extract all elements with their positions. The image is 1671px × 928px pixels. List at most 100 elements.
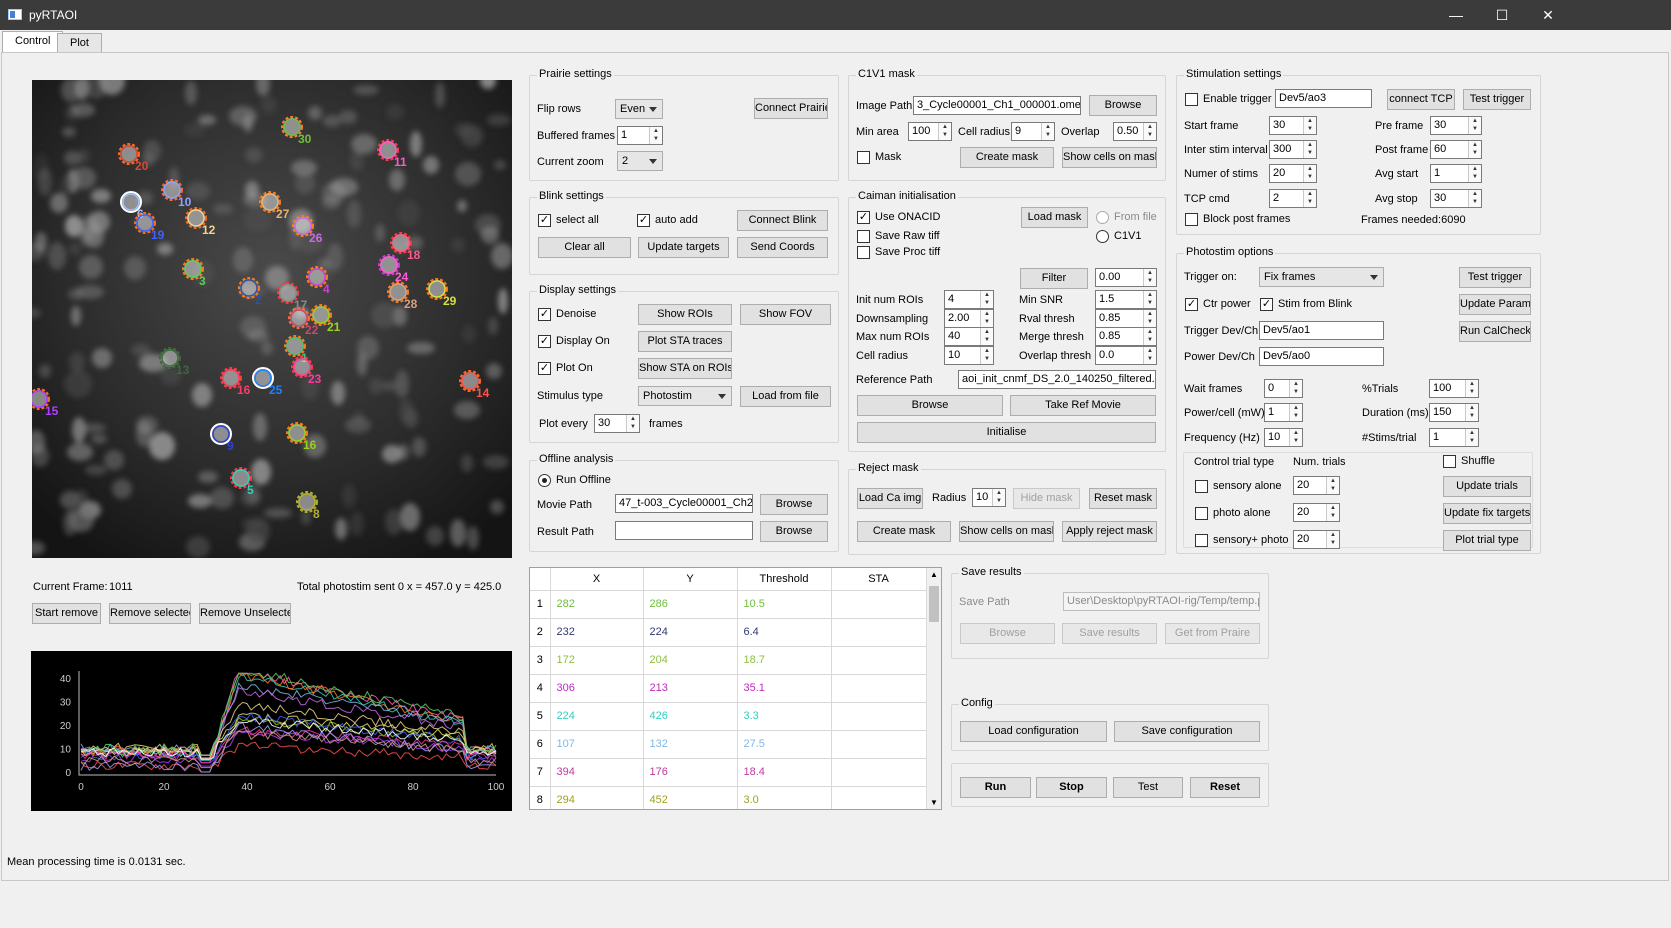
spin-arrows-icon[interactable]: ▲ ▼: [1143, 328, 1156, 345]
spin-arrows-icon[interactable]: ▲ ▼: [1326, 531, 1339, 548]
show-rois-button[interactable]: Show ROIs: [638, 304, 732, 325]
column-header-y[interactable]: Y: [643, 568, 738, 591]
downsampling-spin[interactable]: 2.00 ▲ ▼: [944, 309, 994, 328]
spin-arrows-icon[interactable]: ▲ ▼: [1326, 477, 1339, 494]
select-all-checkbox[interactable]: ✓ select all: [538, 214, 599, 227]
tab-plot[interactable]: Plot: [57, 33, 102, 53]
load-configuration-button[interactable]: Load configuration: [960, 721, 1107, 742]
save-proc-checkbox[interactable]: Save Proc tiff: [857, 246, 940, 259]
trials-pct-spin[interactable]: 100 ▲ ▼: [1429, 379, 1479, 398]
spin-arrows-icon[interactable]: ▲ ▼: [1468, 190, 1481, 207]
spin-arrows-icon[interactable]: ▲ ▼: [1303, 190, 1316, 207]
spin-arrows-icon[interactable]: ▲ ▼: [1041, 123, 1054, 140]
table-cell-sta[interactable]: [831, 674, 927, 703]
table-cell-x[interactable]: 282: [550, 590, 644, 619]
table-cell-x[interactable]: 306: [550, 674, 644, 703]
sensory-alone-checkbox[interactable]: sensory alone: [1195, 480, 1282, 493]
spin-arrows-icon[interactable]: ▲ ▼: [1143, 291, 1156, 308]
send-coords-button[interactable]: Send Coords: [737, 237, 828, 258]
isi-spin[interactable]: 300 ▲ ▼: [1269, 140, 1317, 159]
use-onacid-checkbox[interactable]: ✓ Use ONACID: [857, 211, 940, 224]
table-scrollbar[interactable]: ▲ ▼: [926, 568, 941, 809]
pre-frame-spin[interactable]: 30 ▲ ▼: [1430, 116, 1482, 135]
flip-rows-select[interactable]: Even: [615, 99, 663, 119]
spin-arrows-icon[interactable]: ▲ ▼: [1465, 380, 1478, 397]
current-zoom-select[interactable]: 2: [617, 151, 663, 171]
display-on-checkbox[interactable]: ✓ Display On: [538, 335, 610, 348]
table-row[interactable]: 8 294 452 3.0: [530, 786, 927, 809]
table-cell-t[interactable]: 3.0: [737, 786, 832, 809]
image-path-input[interactable]: 3_Cycle00001_Ch1_000001.ome.tif: [913, 96, 1081, 115]
stim-from-blink-checkbox[interactable]: ✓ Stim from Blink: [1260, 298, 1352, 311]
roi-table[interactable]: X Y Threshold STA 1 282 286 10.5 2 232 224 6.4 3…: [529, 567, 942, 810]
connect-tcp-button[interactable]: connect TCP: [1387, 89, 1455, 110]
scrollbar-thumb[interactable]: [929, 586, 939, 622]
chevron-up-icon[interactable]: ▲: [930, 570, 938, 579]
table-cell-sta[interactable]: [831, 758, 927, 787]
plot-on-checkbox[interactable]: ✓ Plot On: [538, 362, 593, 375]
spin-arrows-icon[interactable]: ▲ ▼: [626, 415, 639, 432]
enable-trigger-checkbox[interactable]: Enable trigger: [1185, 93, 1272, 106]
save-configuration-button[interactable]: Save configuration: [1114, 721, 1260, 742]
min-snr-spin[interactable]: 1.5 ▲ ▼: [1095, 290, 1157, 309]
denoise-checkbox[interactable]: ✓ Denoise: [538, 308, 596, 321]
tab-control[interactable]: Control: [2, 31, 64, 53]
maximize-button[interactable]: ☐: [1479, 0, 1525, 30]
spin-arrows-icon[interactable]: ▲ ▼: [1289, 380, 1302, 397]
sensory-photo-spin[interactable]: 20 ▲ ▼: [1293, 530, 1340, 549]
save-results-button[interactable]: Save results: [1062, 623, 1157, 644]
table-row[interactable]: 5 224 426 3.3: [530, 702, 927, 731]
image-browse-button[interactable]: Browse: [1089, 95, 1157, 116]
table-cell-x[interactable]: 224: [550, 702, 644, 731]
spin-arrows-icon[interactable]: ▲ ▼: [1303, 141, 1316, 158]
save-path-input[interactable]: User\Desktop\pyRTAOI-rig/Temp/temp.pkl: [1063, 592, 1260, 611]
reference-path-input[interactable]: aoi_init_cnmf_DS_2.0_140250_filtered.pkl: [958, 370, 1156, 389]
clear-all-button[interactable]: Clear all: [538, 237, 631, 258]
run-calcheck-button[interactable]: Run CalCheck: [1459, 321, 1531, 342]
run-offline-radio[interactable]: Run Offline: [538, 474, 611, 487]
spin-arrows-icon[interactable]: ▲ ▼: [1303, 117, 1316, 134]
connect-blink-button[interactable]: Connect Blink: [737, 210, 828, 231]
movie-path-input[interactable]: 47_t-003_Cycle00001_Ch2.tif: [615, 494, 753, 513]
minimize-button[interactable]: —: [1433, 0, 1479, 30]
table-cell-t[interactable]: 27.5: [737, 730, 832, 759]
from-file-radio[interactable]: From file: [1096, 211, 1157, 224]
reference-browse-button[interactable]: Browse: [857, 395, 1003, 416]
reset-mask-button[interactable]: Reset mask: [1089, 488, 1157, 509]
spin-arrows-icon[interactable]: ▲ ▼: [1143, 347, 1156, 364]
caiman-cell-radius-spin[interactable]: 10 ▲ ▼: [944, 346, 994, 365]
table-cell-y[interactable]: 176: [643, 758, 738, 787]
table-cell-y[interactable]: 204: [643, 646, 738, 675]
stim-test-trigger-button[interactable]: Test trigger: [1463, 89, 1531, 110]
spin-arrows-icon[interactable]: ▲ ▼: [1289, 429, 1302, 446]
table-cell-t[interactable]: 3.3: [737, 702, 832, 731]
overlap-spin[interactable]: 0.50 ▲ ▼: [1113, 122, 1157, 141]
remove-unselected-button[interactable]: Remove Unselected: [199, 603, 291, 624]
stims-trial-spin[interactable]: 1 ▲ ▼: [1429, 428, 1479, 447]
mask-checkbox[interactable]: Mask: [857, 151, 901, 164]
photo-alone-spin[interactable]: 20 ▲ ▼: [1293, 503, 1340, 522]
spin-arrows-icon[interactable]: ▲ ▼: [980, 328, 993, 345]
filter-button[interactable]: Filter: [1020, 268, 1088, 289]
take-ref-movie-button[interactable]: Take Ref Movie: [1010, 395, 1156, 416]
spin-arrows-icon[interactable]: ▲ ▼: [1465, 429, 1478, 446]
table-cell-y[interactable]: 286: [643, 590, 738, 619]
trigger-device-input[interactable]: Dev5/ao3: [1275, 89, 1372, 108]
table-row[interactable]: 4 306 213 35.1: [530, 674, 927, 703]
start-frame-spin[interactable]: 30 ▲ ▼: [1269, 116, 1317, 135]
load-from-file-button[interactable]: Load from file: [740, 386, 831, 407]
duration-spin[interactable]: 150 ▲ ▼: [1429, 403, 1479, 422]
remove-selected-button[interactable]: Remove selected: [109, 603, 191, 624]
column-header-threshold[interactable]: Threshold: [737, 568, 832, 591]
table-cell-y[interactable]: 213: [643, 674, 738, 703]
reset-button[interactable]: Reset: [1190, 777, 1260, 798]
spin-arrows-icon[interactable]: ▲ ▼: [1143, 123, 1156, 140]
min-area-spin[interactable]: 100 ▲ ▼: [908, 122, 952, 141]
update-fix-targets-button[interactable]: Update fix targets: [1443, 503, 1531, 524]
fov-image-view[interactable]: 30 20 11 6 10 19 12 27 26 18 3 24 2 17 4 28 29 22 21 1 13 16 2…: [32, 80, 512, 558]
update-trials-button[interactable]: Update trials: [1443, 476, 1531, 497]
table-cell-sta[interactable]: [831, 646, 927, 675]
spin-arrows-icon[interactable]: ▲ ▼: [938, 123, 951, 140]
shuffle-checkbox[interactable]: Shuffle: [1443, 455, 1495, 468]
auto-add-checkbox[interactable]: ✓ auto add: [637, 214, 698, 227]
